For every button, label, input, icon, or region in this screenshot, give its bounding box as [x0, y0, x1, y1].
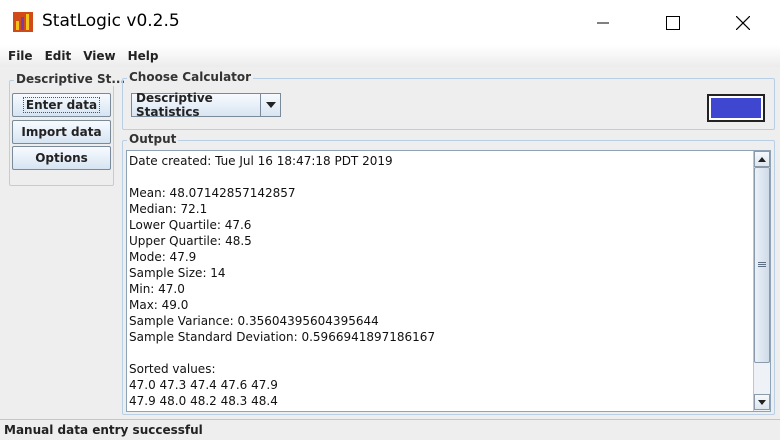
- title-bar: StatLogic v0.2.5: [0, 0, 780, 45]
- menu-file[interactable]: File: [4, 49, 37, 63]
- minimize-icon: [597, 22, 609, 23]
- calculator-select[interactable]: Descriptive Statistics: [131, 91, 281, 119]
- options-button[interactable]: Options: [12, 146, 111, 170]
- menu-help[interactable]: Help: [124, 49, 163, 63]
- color-swatch-fill: [711, 98, 761, 118]
- output-text-area[interactable]: Date created: Tue Jul 16 18:47:18 PDT 20…: [126, 150, 771, 412]
- scroll-down-button[interactable]: [754, 394, 770, 410]
- color-swatch-button[interactable]: [707, 94, 765, 122]
- status-text: Manual data entry successful: [4, 423, 203, 437]
- close-button[interactable]: [720, 0, 766, 45]
- choose-calculator-panel: Choose Calculator Descriptive Statistics: [122, 70, 775, 130]
- vertical-scrollbar[interactable]: [753, 151, 770, 411]
- menu-bar: File Edit View Help: [0, 45, 780, 67]
- calculator-group-label: Choose Calculator: [127, 70, 254, 84]
- menu-edit[interactable]: Edit: [41, 49, 76, 63]
- maximize-button[interactable]: [650, 0, 696, 45]
- grip-icon: [758, 262, 766, 267]
- sidebar-group-label: Descriptive St...: [14, 72, 128, 86]
- dropdown-arrow[interactable]: [260, 94, 280, 116]
- options-label: Options: [35, 151, 88, 165]
- descriptive-stats-panel: Descriptive St... Enter data Import data…: [9, 72, 128, 186]
- output-group-label: Output: [127, 132, 179, 146]
- close-icon: [736, 15, 750, 30]
- enter-data-label: Enter data: [22, 97, 101, 113]
- import-data-button[interactable]: Import data: [12, 120, 111, 144]
- enter-data-button[interactable]: Enter data: [12, 93, 111, 117]
- output-panel: Output Date created: Tue Jul 16 18:47:18…: [122, 132, 775, 415]
- maximize-icon: [666, 15, 680, 30]
- main-content: Descriptive St... Enter data Import data…: [0, 67, 780, 419]
- output-text: Date created: Tue Jul 16 18:47:18 PDT 20…: [129, 154, 436, 408]
- window-title: StatLogic v0.2.5: [42, 11, 180, 31]
- bar-chart-app-icon: [13, 12, 33, 32]
- scrollbar-thumb[interactable]: [754, 167, 770, 363]
- import-data-label: Import data: [21, 125, 102, 139]
- minimize-button[interactable]: [580, 0, 626, 45]
- arrow-up-icon: [758, 156, 766, 162]
- calculator-selected-value: Descriptive Statistics: [136, 91, 213, 119]
- chevron-down-icon: [265, 102, 276, 108]
- status-bar: Manual data entry successful: [0, 419, 780, 440]
- scroll-up-button[interactable]: [754, 151, 770, 167]
- menu-view[interactable]: View: [79, 49, 119, 63]
- arrow-down-icon: [758, 399, 766, 405]
